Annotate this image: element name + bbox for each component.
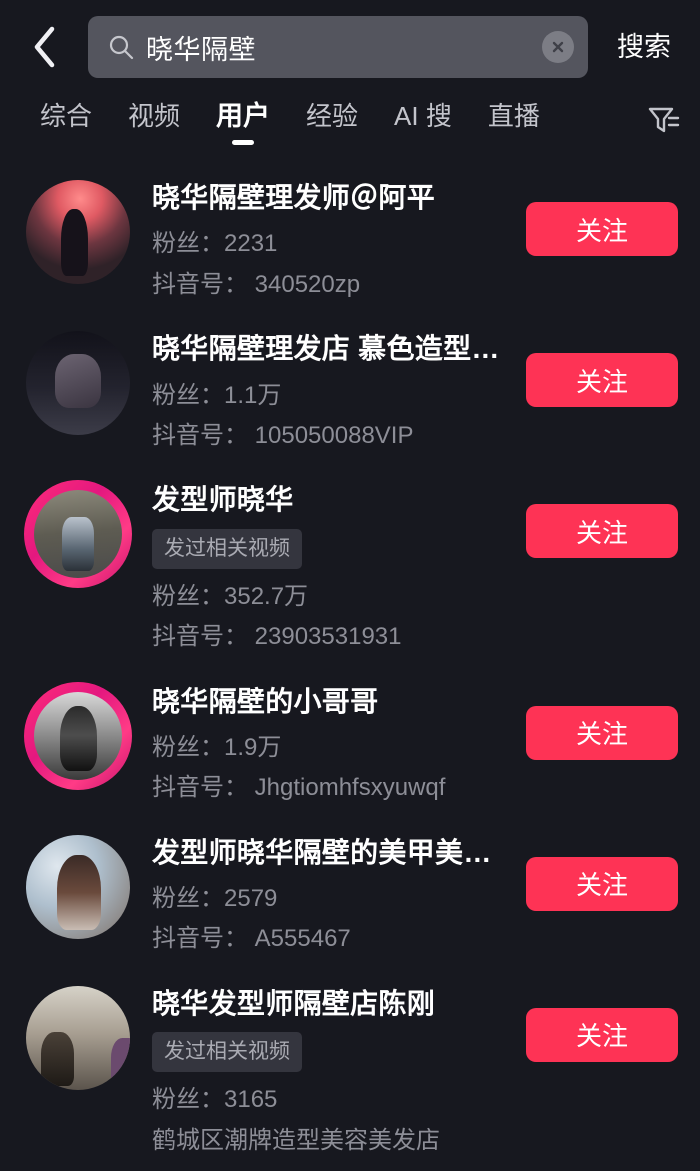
user-info: 晓华隔壁的小哥哥 粉丝：1.9万 抖音号： Jhgtiomhfsxyuwqf (152, 682, 516, 805)
tab-label: 直播 (487, 101, 540, 131)
user-id: 抖音号： Jhgtiomhfsxyuwqf (152, 774, 446, 802)
status-badge: 发过相关视频 (152, 528, 302, 569)
clear-search-button[interactable] (542, 31, 574, 63)
avatar-image (26, 180, 130, 284)
fans-count: 粉丝：352.7万 (152, 582, 309, 610)
avatar[interactable] (24, 984, 132, 1092)
tab-active-indicator (232, 140, 255, 145)
follow-button[interactable]: 关注 (526, 705, 678, 760)
user-name: 发型师晓华 (152, 484, 294, 516)
fans-count: 粉丝：2231 (152, 230, 278, 258)
follow-button[interactable]: 关注 (526, 856, 678, 911)
user-info: 发型师晓华隔壁的美甲美睫店 粉丝：2579 抖音号： A555467 (152, 833, 516, 956)
user-id: 抖音号： 23903531931 (152, 623, 402, 651)
tab-label: AI 搜 (394, 101, 452, 131)
shop-name: 鹤城区潮牌造型美容美发店 (152, 1126, 440, 1154)
user-id: 抖音号： A555467 (152, 925, 351, 953)
tab-yonghu[interactable]: 用户 (198, 94, 288, 146)
fans-count: 粉丝：2579 (152, 885, 278, 913)
back-button[interactable] (0, 0, 88, 94)
search-field[interactable]: 晓华隔壁 (88, 16, 588, 78)
search-tabbar: 综合 视频 用户 经验 AI 搜 直播 (0, 94, 700, 156)
avatar-image (26, 985, 130, 1090)
tab-jingyan[interactable]: 经验 (288, 94, 376, 146)
chevron-left-icon (31, 25, 57, 69)
filter-icon (647, 104, 681, 136)
table-row[interactable]: 晓华隔壁的小哥哥 粉丝：1.9万 抖音号： Jhgtiomhfsxyuwqf 关… (0, 668, 700, 819)
status-badge: 发过相关视频 (152, 1032, 302, 1073)
tab-label: 经验 (306, 101, 359, 131)
search-submit-button[interactable]: 搜索 (588, 0, 700, 94)
tab-shipin[interactable]: 视频 (110, 94, 198, 146)
user-info: 晓华隔壁理发师＠阿平 粉丝：2231 抖音号： 340520zp (152, 178, 516, 301)
tab-zhibo[interactable]: 直播 (470, 94, 558, 146)
user-id: 抖音号： 340520zp (152, 270, 361, 298)
search-icon (108, 34, 134, 60)
user-name: 晓华隔壁理发店 慕色造型… (152, 333, 500, 365)
user-name: 发型师晓华隔壁的美甲美睫店 (152, 836, 516, 868)
fans-count: 粉丝：1.9万 (152, 733, 282, 761)
tab-ai-sou[interactable]: AI 搜 (376, 94, 470, 146)
close-icon (549, 38, 567, 56)
avatar-image (34, 490, 122, 579)
avatar[interactable] (24, 329, 132, 437)
user-info: 发型师晓华 发过相关视频 粉丝：352.7万 抖音号： 23903531931 (152, 480, 516, 653)
follow-button[interactable]: 关注 (526, 353, 678, 408)
table-row[interactable]: 晓华隔壁理发店 慕色造型… 粉丝：1.1万 抖音号： 105050088VIP … (0, 315, 700, 466)
user-name: 晓华发型师隔壁店陈刚 (152, 987, 436, 1019)
user-info: 晓华隔壁理发店 慕色造型… 粉丝：1.1万 抖音号： 105050088VIP (152, 329, 516, 452)
avatar[interactable] (24, 833, 132, 941)
table-row[interactable]: 晓华隔壁理发师＠阿平 粉丝：2231 抖音号： 340520zp 关注 (0, 164, 700, 315)
avatar[interactable] (24, 480, 132, 589)
avatar-image (26, 331, 130, 436)
tab-label: 用户 (216, 101, 271, 131)
search-input-value[interactable]: 晓华隔壁 (146, 28, 542, 67)
avatar[interactable] (24, 178, 132, 286)
tab-label: 视频 (128, 101, 181, 131)
table-row[interactable]: 晓华发型师隔壁店陈刚 发过相关视频 粉丝：3165 鹤城区潮牌造型美容美发店 关… (0, 970, 700, 1171)
tab-zonghe[interactable]: 综合 (22, 94, 110, 146)
avatar-image (34, 691, 122, 780)
follow-button[interactable]: 关注 (526, 504, 678, 559)
fans-count: 粉丝：3165 (152, 1086, 278, 1114)
user-info: 晓华发型师隔壁店陈刚 发过相关视频 粉丝：3165 鹤城区潮牌造型美容美发店 (152, 984, 516, 1157)
avatar-image (26, 834, 130, 939)
user-id: 抖音号： 105050088VIP (152, 421, 414, 449)
fans-count: 粉丝：1.1万 (152, 381, 282, 409)
user-name: 晓华隔壁理发师＠阿平 (152, 182, 436, 213)
user-name: 晓华隔壁的小哥哥 (152, 685, 379, 717)
search-header: 晓华隔壁 搜索 (0, 0, 700, 94)
table-row[interactable]: 发型师晓华 发过相关视频 粉丝：352.7万 抖音号： 23903531931 … (0, 466, 700, 667)
avatar[interactable] (24, 681, 132, 790)
tab-label: 综合 (40, 101, 93, 131)
filter-button[interactable] (636, 94, 700, 146)
follow-button[interactable]: 关注 (526, 202, 678, 256)
table-row[interactable]: 发型师晓华隔壁的美甲美睫店 粉丝：2579 抖音号： A555467 关注 (0, 819, 700, 970)
follow-button[interactable]: 关注 (526, 1007, 678, 1062)
user-result-list: 晓华隔壁理发师＠阿平 粉丝：2231 抖音号： 340520zp 关注 晓华隔壁… (0, 156, 700, 1171)
